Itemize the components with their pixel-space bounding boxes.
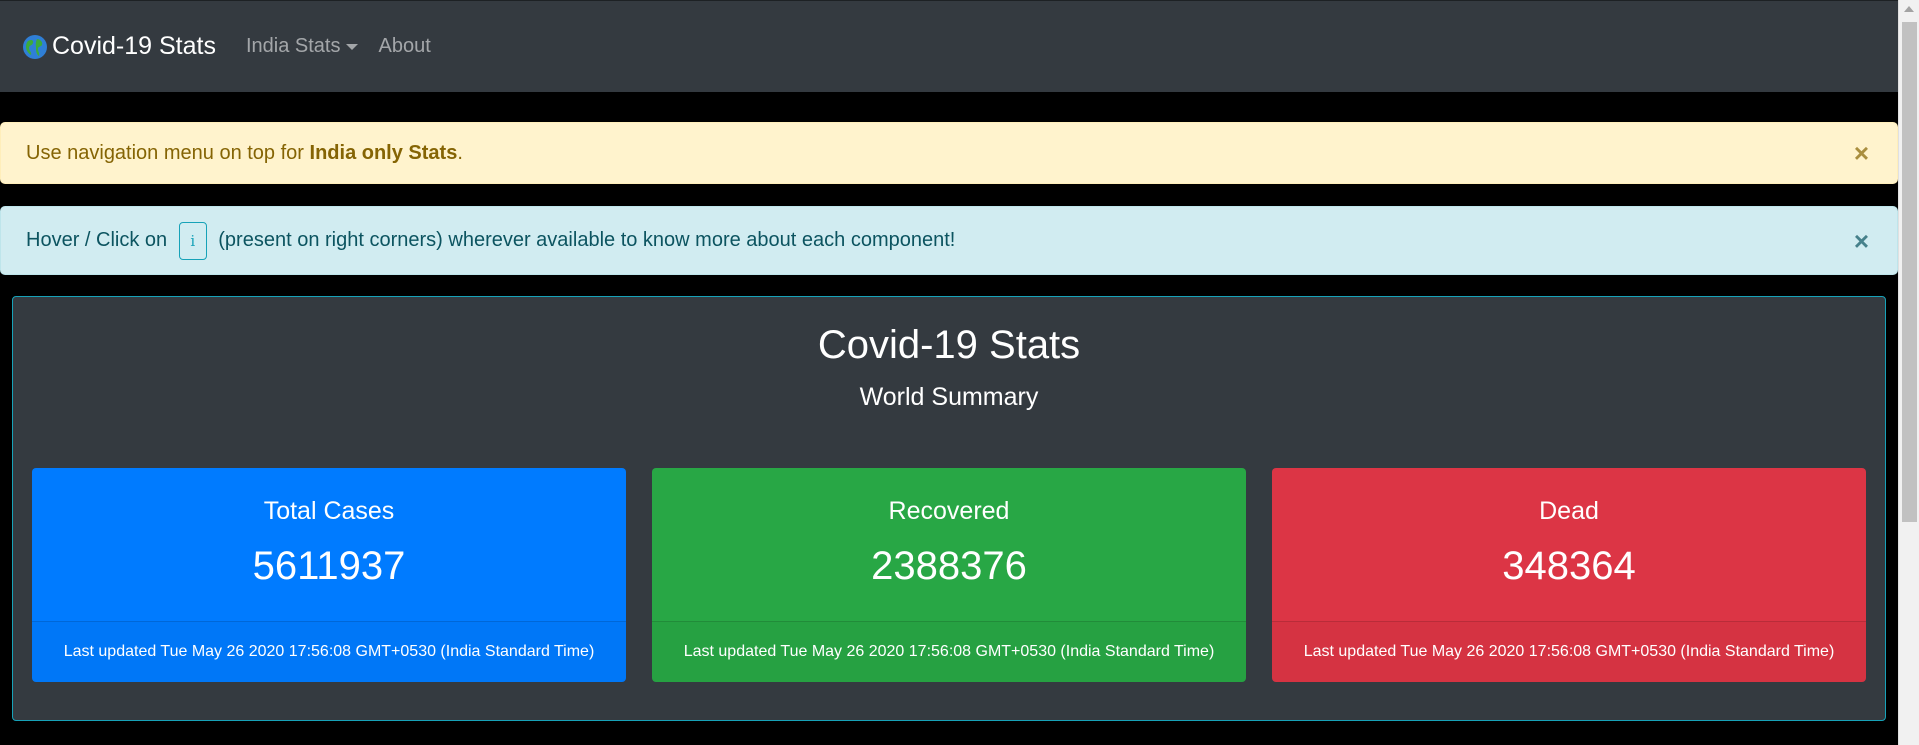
card-title: Dead — [1539, 497, 1599, 525]
india-stats-label: India Stats — [245, 35, 341, 57]
scrollbar-thumb[interactable] — [1902, 22, 1917, 522]
warning-alert-prefix: Use navigation menu on top for — [26, 141, 310, 164]
card-title: Total Cases — [263, 497, 395, 525]
page: Covid-19 Stats India Stats About Use nav… — [0, 0, 1919, 745]
india-stats-dropdown[interactable]: India Stats — [246, 35, 359, 58]
warning-alert-strong: India only Stats — [309, 141, 458, 164]
card-footer: Last updated Tue May 26 2020 17:56:08 GM… — [32, 621, 626, 682]
world-summary-panel: Covid-19 Stats World Summary Total Cases… — [12, 296, 1886, 721]
section-subtitle: World Summary — [859, 383, 1039, 411]
info-alert-suffix: (present on right corners) wherever avai… — [212, 229, 956, 251]
card-value: 5611937 — [252, 544, 406, 588]
info-icon: i — [178, 221, 207, 260]
brand-title: Covid-19 Stats — [52, 32, 216, 60]
warning-alert-suffix: . — [457, 141, 463, 164]
recovered-card: Recovered 2388376 Last updated Tue May 2… — [652, 468, 1246, 682]
warning-alert: Use navigation menu on top for India onl… — [0, 122, 1898, 184]
total-cases-card: Total Cases 5611937 Last updated Tue May… — [32, 468, 626, 682]
close-icon[interactable]: × — [1854, 228, 1869, 254]
page-title: Covid-19 Stats — [817, 323, 1081, 367]
info-alert-prefix: Hover / Click on — [26, 229, 173, 251]
scroll-up-icon[interactable] — [1904, 6, 1914, 12]
vertical-scrollbar[interactable] — [1898, 0, 1919, 745]
dead-card: Dead 348364 Last updated Tue May 26 2020… — [1272, 468, 1866, 682]
card-footer: Last updated Tue May 26 2020 17:56:08 GM… — [1272, 621, 1866, 682]
card-value: 2388376 — [871, 544, 1027, 588]
card-title: Recovered — [888, 497, 1010, 525]
card-body: Total Cases 5611937 — [32, 468, 626, 621]
about-link[interactable]: About — [378, 35, 430, 58]
about-label: About — [378, 35, 431, 57]
warning-alert-text: Use navigation menu on top for India onl… — [26, 142, 463, 165]
globe-icon — [22, 34, 48, 60]
navbar: Covid-19 Stats India Stats About — [0, 0, 1898, 92]
close-icon[interactable]: × — [1854, 140, 1869, 166]
card-body: Recovered 2388376 — [652, 468, 1246, 621]
caret-down-icon — [346, 43, 359, 50]
card-body: Dead 348364 — [1272, 468, 1866, 621]
card-value: 348364 — [1502, 544, 1636, 588]
card-footer: Last updated Tue May 26 2020 17:56:08 GM… — [652, 621, 1246, 682]
info-alert: Hover / Click on i (present on right cor… — [0, 206, 1898, 275]
brand-link[interactable]: Covid-19 Stats — [22, 32, 216, 61]
